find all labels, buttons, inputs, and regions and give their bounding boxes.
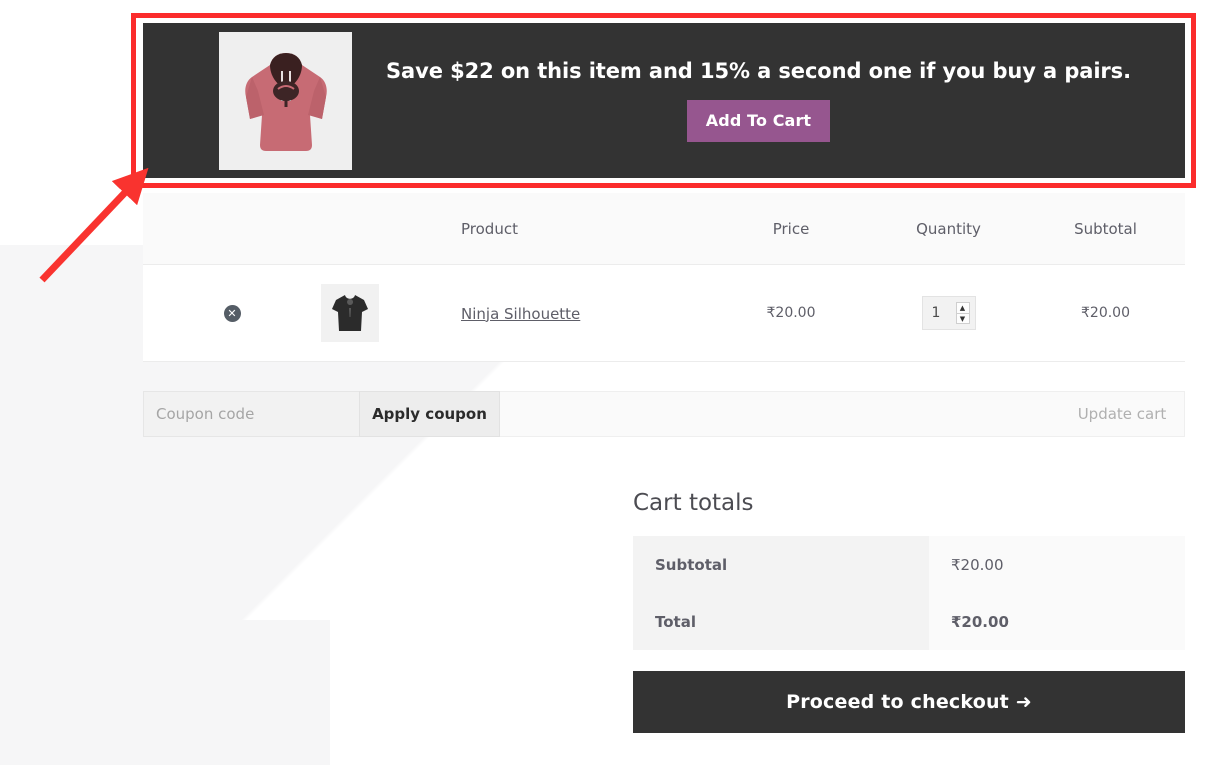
add-to-cart-button[interactable]: Add To Cart bbox=[686, 100, 831, 143]
product-price: ₹20.00 bbox=[766, 305, 816, 321]
totals-row-subtotal: Subtotal ₹20.00 bbox=[633, 536, 1185, 593]
totals-row-total: Total ₹20.00 bbox=[633, 593, 1185, 650]
update-cart-button[interactable]: Update cart bbox=[1060, 391, 1185, 437]
coupon-code-input[interactable] bbox=[143, 391, 359, 437]
coupon-row: Apply coupon Update cart bbox=[143, 391, 1185, 437]
black-tshirt-icon bbox=[332, 295, 368, 331]
proceed-to-checkout-button[interactable]: Proceed to checkout ➜ bbox=[633, 671, 1185, 733]
quantity-spinner-arrows[interactable]: ▲ ▼ bbox=[955, 302, 970, 324]
pink-hoodie-icon bbox=[244, 52, 327, 151]
remove-item-icon[interactable]: ✕ bbox=[223, 304, 241, 322]
promo-banner: Save $22 on this item and 15% a second o… bbox=[143, 23, 1185, 178]
table-row: ✕ Ninja Silhouette ₹20.00 1 ▲ ▼ ₹20.00 bbox=[143, 265, 1185, 362]
quantity-increment-icon[interactable]: ▲ bbox=[956, 303, 969, 314]
quantity-value: 1 bbox=[931, 305, 941, 321]
total-label: Total bbox=[633, 593, 929, 650]
total-value: ₹20.00 bbox=[929, 593, 1185, 650]
promo-message: Save $22 on this item and 15% a second o… bbox=[386, 58, 1131, 83]
arrow-right-icon: ➜ bbox=[1015, 691, 1032, 713]
subtotal-value: ₹20.00 bbox=[929, 536, 1185, 593]
product-thumbnail[interactable] bbox=[321, 284, 379, 342]
header-quantity: Quantity bbox=[916, 219, 981, 238]
header-product: Product bbox=[461, 219, 518, 238]
quantity-cell: 1 ▲ ▼ bbox=[871, 296, 1026, 330]
promo-product-thumbnail bbox=[219, 31, 352, 170]
annotation-arrow-icon bbox=[39, 168, 149, 283]
subtotal-label: Subtotal bbox=[633, 536, 929, 593]
quantity-decrement-icon[interactable]: ▼ bbox=[957, 314, 969, 324]
header-price: Price bbox=[772, 219, 810, 238]
cart-items-table: Product Price Quantity Subtotal ✕ Ninja … bbox=[143, 193, 1185, 362]
apply-coupon-button[interactable]: Apply coupon bbox=[359, 391, 500, 437]
cart-totals-section: Cart totals Subtotal ₹20.00 Total ₹20.00… bbox=[633, 490, 1185, 733]
product-subtotal: ₹20.00 bbox=[1081, 305, 1130, 321]
remove-cell: ✕ bbox=[143, 304, 321, 322]
product-link[interactable]: Ninja Silhouette bbox=[461, 305, 580, 323]
checkout-label: Proceed to checkout bbox=[786, 691, 1009, 713]
cart-totals-title: Cart totals bbox=[633, 490, 754, 516]
cart-totals-table: Subtotal ₹20.00 Total ₹20.00 bbox=[633, 536, 1185, 650]
header-subtotal: Subtotal bbox=[1074, 219, 1137, 238]
quantity-stepper[interactable]: 1 ▲ ▼ bbox=[921, 296, 976, 330]
promo-content: Save $22 on this item and 15% a second o… bbox=[352, 58, 1185, 143]
product-name-cell: Ninja Silhouette bbox=[461, 304, 711, 323]
thumbnail-cell bbox=[321, 284, 461, 342]
coupon-row-filler bbox=[500, 391, 1060, 437]
cart-table-header-row: Product Price Quantity Subtotal bbox=[143, 193, 1185, 265]
